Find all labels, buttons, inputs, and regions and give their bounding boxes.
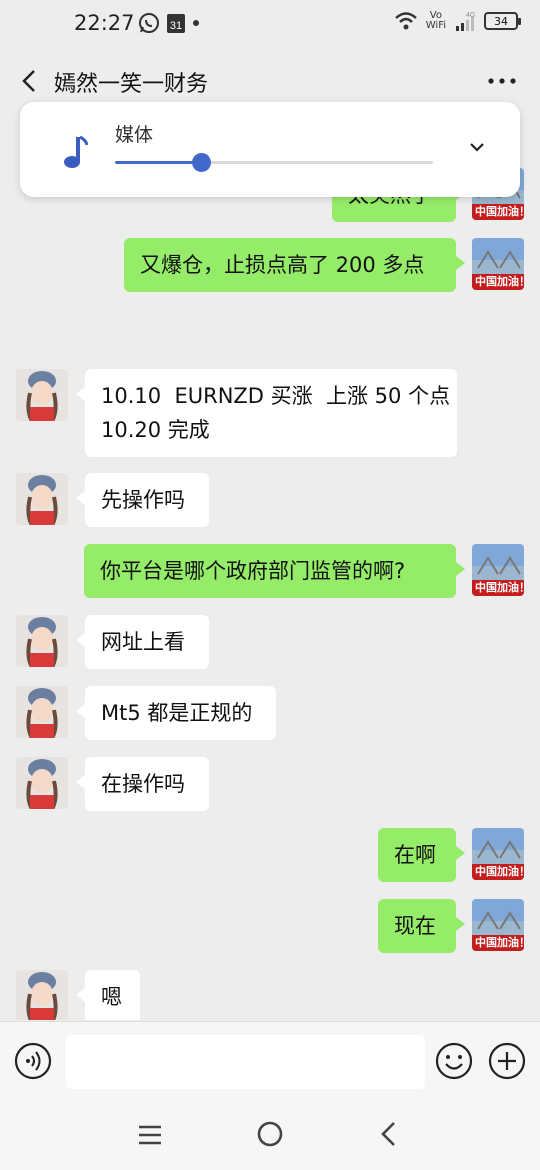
outgoing-message: 中国加油！ 又爆仓，止损点高了 200 多点: [0, 238, 540, 292]
message-bubble[interactable]: 又爆仓，止损点高了 200 多点: [124, 238, 465, 292]
outgoing-message: 中国加油！ 现在: [0, 899, 540, 953]
more-icon[interactable]: [486, 70, 518, 92]
message-bubble[interactable]: 你平台是哪个政府部门监管的啊?: [84, 544, 465, 598]
emoji-icon[interactable]: [435, 1042, 473, 1080]
message-bubble[interactable]: 网址上看: [76, 615, 209, 669]
outgoing-message: 中国加油！ 你平台是哪个政府部门监管的啊?: [0, 544, 540, 598]
vowifi-icon: Vo WiFi: [426, 11, 446, 31]
incoming-message: 10.10 EURNZD 买涨 上涨 50 个点 10.20 完成: [0, 369, 540, 457]
status-bar: 22:27 31 Vo WiFi 4G 34: [0, 0, 540, 50]
contact-avatar[interactable]: [16, 473, 68, 525]
incoming-message: 嗯: [0, 970, 540, 1020]
message-list[interactable]: 中国加油！太突然了中国加油！又爆仓，止损点高了 200 多点10.10 EURN…: [0, 110, 540, 1020]
self-avatar[interactable]: 中国加油！: [472, 899, 524, 951]
contact-avatar[interactable]: [16, 615, 68, 667]
whatsapp-icon: [139, 13, 159, 33]
media-volume-slider[interactable]: [115, 153, 433, 172]
message-bubble[interactable]: 在啊: [378, 828, 465, 882]
plus-icon[interactable]: [488, 1042, 526, 1080]
message-bubble[interactable]: 嗯: [76, 970, 140, 1020]
incoming-message: 先操作吗: [0, 473, 540, 527]
slider-thumb[interactable]: [191, 153, 211, 172]
home-icon[interactable]: [256, 1120, 284, 1148]
message-bubble[interactable]: 先操作吗: [76, 473, 209, 527]
message-bubble[interactable]: 在操作吗: [76, 757, 209, 811]
system-nav-bar: [0, 1100, 540, 1170]
chat-title: 嫣然一笑一财务: [54, 72, 209, 97]
battery-icon: 34: [484, 12, 521, 30]
contact-avatar[interactable]: [16, 970, 68, 1020]
input-bar: [0, 1021, 540, 1100]
message-bubble[interactable]: Mt5 都是正规的: [76, 686, 276, 740]
avatar-label: 中国加油！: [473, 205, 524, 218]
incoming-message: Mt5 都是正规的: [0, 686, 540, 740]
message-bubble[interactable]: 10.10 EURNZD 买涨 上涨 50 个点 10.20 完成: [76, 369, 457, 457]
signal-icon: 4G: [456, 12, 475, 31]
voice-icon[interactable]: [14, 1042, 52, 1080]
incoming-message: 网址上看: [0, 615, 540, 669]
calendar-icon: 31: [167, 14, 185, 33]
avatar-label: 中国加油！: [473, 581, 524, 594]
vowifi-bottom: WiFi: [425, 20, 446, 31]
self-avatar[interactable]: 中国加油！: [472, 544, 524, 596]
menu-icon[interactable]: [136, 1122, 164, 1148]
self-avatar[interactable]: 中国加油！: [472, 828, 524, 880]
slider-fill: [115, 161, 201, 164]
self-avatar[interactable]: 中国加油！: [472, 238, 524, 290]
wifi-icon: [394, 12, 417, 30]
status-icons-right: Vo WiFi 4G 34: [394, 10, 521, 32]
back-icon[interactable]: [16, 66, 46, 96]
contact-avatar[interactable]: [16, 369, 68, 421]
outgoing-message: 中国加油！ 在啊: [0, 828, 540, 882]
contact-avatar[interactable]: [16, 686, 68, 738]
message-input[interactable]: [66, 1035, 425, 1089]
avatar-label: 中国加油！: [473, 275, 524, 288]
status-icons-left: 31: [138, 12, 200, 34]
music-note-icon: [64, 135, 88, 168]
media-volume-panel: 媒体: [20, 102, 520, 197]
back-nav-icon[interactable]: [378, 1120, 400, 1148]
incoming-message: 在操作吗: [0, 757, 540, 811]
avatar-label: 中国加油！: [473, 865, 524, 878]
message-bubble[interactable]: 现在: [378, 899, 465, 953]
contact-avatar[interactable]: [16, 757, 68, 809]
calendar-day: 31: [170, 20, 182, 32]
dot-icon: [193, 20, 199, 26]
status-time: 22:27: [74, 11, 135, 35]
media-label: 媒体: [115, 124, 154, 146]
avatar-label: 中国加油！: [473, 936, 524, 949]
chevron-down-icon[interactable]: [468, 140, 486, 154]
